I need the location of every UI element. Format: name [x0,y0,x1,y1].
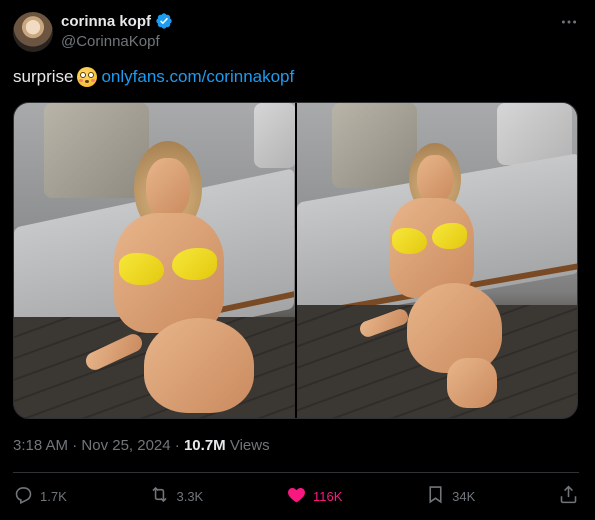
reply-button[interactable]: 1.7K [13,484,67,508]
bookmark-icon [425,484,446,508]
reply-icon [13,484,34,508]
views-label: Views [229,437,270,454]
share-button[interactable] [558,484,579,508]
repost-button[interactable]: 3.3K [149,484,203,508]
tweet-body: surprise [13,67,74,86]
more-options-icon[interactable] [559,12,579,32]
media-grid [13,102,578,419]
author-name[interactable]: corinna kopf [61,13,151,30]
action-bar: 1.7K 3.3K 116K 34K [13,483,579,509]
share-icon [558,484,579,508]
tweet-time[interactable]: 3:18 AM [13,437,68,454]
like-button[interactable]: 116K [286,484,342,508]
bookmark-count: 34K [452,488,476,504]
author-handle[interactable]: @CorinnaKopf [61,33,160,50]
heart-icon [286,484,307,508]
tweet-text: surprise onlyfans.com/corinnakopf [13,67,294,87]
repost-icon [149,484,170,508]
photo-1[interactable] [14,103,295,418]
meta-separator: · [72,437,78,454]
repost-count: 3.3K [176,488,204,504]
photo-2[interactable] [296,103,577,418]
like-count: 116K [312,488,343,504]
views-count: 10.7M [183,437,226,454]
flushed-face-emoji [77,67,98,87]
tweet-meta: 3:18 AM · Nov 25, 2024 · 10.7M Views [13,437,270,454]
reply-count: 1.7K [40,488,67,504]
tweet-date[interactable]: Nov 25, 2024 [81,437,170,454]
tweet-link[interactable]: onlyfans.com/corinnakopf [101,67,294,87]
author-name-row: corinna kopf [61,12,173,30]
avatar[interactable] [13,12,53,52]
divider [13,472,579,473]
bookmark-button[interactable]: 34K [425,484,475,508]
verified-badge-icon[interactable] [155,12,173,30]
meta-separator: · [174,437,180,454]
